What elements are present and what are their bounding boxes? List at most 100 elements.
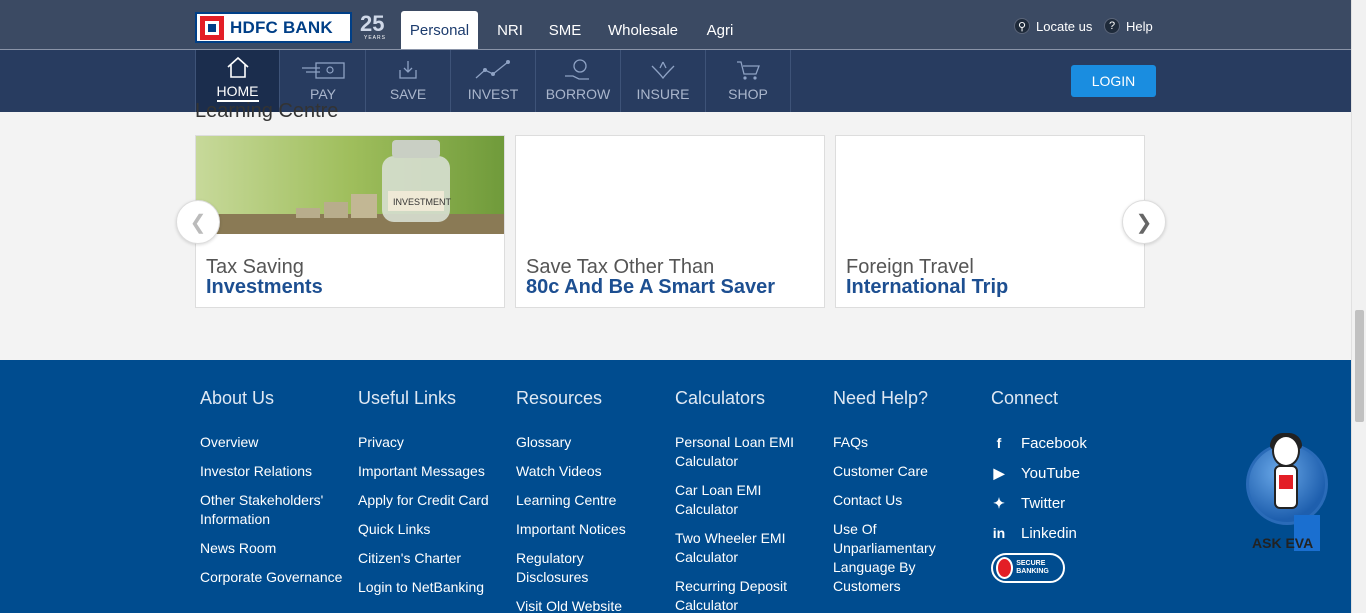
- nav-insure[interactable]: INSURE: [621, 50, 706, 112]
- locate-us-link[interactable]: ⚲ Locate us: [1014, 18, 1092, 34]
- learning-centre-title: Learning Centre: [195, 100, 339, 122]
- help-link[interactable]: ? Help: [1104, 18, 1153, 34]
- footer-link[interactable]: Investor Relations: [200, 462, 350, 481]
- footer-col-calculators: Calculators Personal Loan EMI Calculator…: [675, 388, 815, 613]
- footer-link[interactable]: News Room: [200, 539, 350, 558]
- eva-face: [1272, 435, 1300, 467]
- carousel-prev-button[interactable]: ❮: [176, 200, 220, 244]
- footer-link[interactable]: Quick Links: [358, 520, 508, 539]
- ask-eva-label: ASK EVA: [1252, 535, 1314, 551]
- footer-link[interactable]: Apply for Credit Card: [358, 491, 508, 510]
- learning-card-foreign-travel[interactable]: Foreign Travel International Trip: [835, 135, 1145, 308]
- footer-heading: Calculators: [675, 388, 766, 408]
- linkedin-icon: in: [992, 525, 1006, 541]
- footer-link[interactable]: Use Of Unparliamentary Language By Custo…: [833, 520, 953, 596]
- card-line2: International Trip: [846, 276, 1009, 298]
- hdfc-logo-mark-icon: [200, 15, 224, 40]
- secure-banking-label: SECURE BANKING: [1016, 560, 1049, 575]
- learning-card-save-tax[interactable]: Save Tax Other Than 80c And Be A Smart S…: [515, 135, 825, 308]
- footer-link[interactable]: Privacy: [358, 433, 508, 452]
- hdfc-logo[interactable]: HDFC BANK: [195, 12, 352, 43]
- nav-borrow-label: BORROW: [545, 86, 611, 102]
- footer-link[interactable]: Important Messages: [358, 462, 508, 481]
- locate-us-label: Locate us: [1036, 18, 1093, 34]
- anniversary-logo: 25 YEARS: [360, 11, 392, 43]
- footer-col-resources: Resources Glossary Watch Videos Learning…: [516, 388, 666, 613]
- insure-icon: [651, 61, 675, 80]
- page-scrollbar[interactable]: [1351, 0, 1366, 613]
- learning-card-tax-saving[interactable]: INVESTMENT Tax Saving Investments: [195, 135, 505, 308]
- footer-link[interactable]: Citizen's Charter: [358, 549, 508, 568]
- footer-link[interactable]: Watch Videos: [516, 462, 666, 481]
- facebook-icon: f: [996, 435, 1002, 451]
- help-label: Help: [1126, 18, 1153, 34]
- footer-col-help: Need Help? FAQs Customer Care Contact Us…: [833, 388, 963, 606]
- footer-link[interactable]: Visit Old Website: [516, 597, 666, 613]
- footer-link[interactable]: Important Notices: [516, 520, 666, 539]
- nav-save-label: SAVE: [389, 86, 427, 102]
- chevron-left-icon: ❮: [189, 211, 207, 234]
- footer-link[interactable]: Regulatory Disclosures: [516, 549, 626, 587]
- save-icon: [399, 61, 417, 79]
- footer-link[interactable]: Recurring Deposit Calculator: [675, 577, 805, 613]
- footer-link[interactable]: Car Loan EMI Calculator: [675, 481, 785, 519]
- tab-wholesale[interactable]: Wholesale: [603, 11, 683, 49]
- social-youtube[interactable]: ▶ YouTube: [991, 463, 1141, 483]
- footer-link[interactable]: Learning Centre: [516, 491, 666, 510]
- carousel-next-button[interactable]: ❯: [1122, 200, 1166, 244]
- scrollbar-thumb[interactable]: [1355, 310, 1364, 422]
- brand-name: HDFC BANK: [230, 17, 333, 37]
- twitter-icon: ✦: [993, 494, 1005, 511]
- tab-sme[interactable]: SME: [545, 11, 585, 49]
- footer-link[interactable]: Two Wheeler EMI Calculator: [675, 529, 800, 567]
- social-label: YouTube: [1021, 464, 1080, 482]
- ask-eva-chatbot[interactable]: ASK EVA: [1242, 433, 1332, 555]
- investment-jar-image: INVESTMENT: [196, 136, 504, 234]
- social-label: Linkedin: [1021, 524, 1077, 542]
- footer-link[interactable]: Customer Care: [833, 462, 963, 481]
- svg-text:INVESTMENT: INVESTMENT: [393, 197, 452, 207]
- nav-shop[interactable]: SHOP: [706, 50, 791, 112]
- footer-heading: Connect: [991, 388, 1059, 408]
- nav-invest-label: INVEST: [467, 86, 519, 102]
- footer-link[interactable]: Overview: [200, 433, 350, 452]
- footer-heading: About Us: [200, 388, 275, 408]
- login-button[interactable]: LOGIN: [1071, 65, 1156, 97]
- anniversary-number: 25: [360, 11, 385, 36]
- borrow-icon: [565, 59, 589, 80]
- nav-invest[interactable]: INVEST: [451, 50, 536, 112]
- social-twitter[interactable]: ✦ Twitter: [991, 493, 1141, 513]
- shop-icon: [737, 61, 760, 80]
- footer-link[interactable]: Glossary: [516, 433, 666, 452]
- footer: About Us Overview Investor Relations Oth…: [0, 360, 1351, 613]
- location-pin-icon: ⚲: [1014, 18, 1030, 34]
- footer-col-connect: Connect f Facebook ▶ YouTube ✦ Twitter i…: [991, 388, 1141, 583]
- footer-heading: Useful Links: [358, 388, 457, 408]
- card-line2: Investments: [206, 276, 323, 298]
- pay-icon: [302, 62, 345, 79]
- home-icon: [226, 56, 249, 78]
- secure-banking-badge[interactable]: SECURE BANKING: [991, 553, 1065, 583]
- tab-agri[interactable]: Agri: [700, 11, 740, 49]
- hdfc-logo-mark-icon: [1279, 475, 1293, 489]
- question-icon: ?: [1104, 18, 1120, 34]
- footer-link[interactable]: Other Stakeholders' Information: [200, 491, 350, 529]
- footer-link[interactable]: Contact Us: [833, 491, 963, 510]
- tab-nri[interactable]: NRI: [490, 11, 530, 49]
- social-facebook[interactable]: f Facebook: [991, 433, 1141, 453]
- footer-link[interactable]: Login to NetBanking: [358, 578, 508, 597]
- tab-personal[interactable]: Personal: [401, 11, 478, 49]
- card-image-placeholder: [516, 136, 824, 234]
- footer-link[interactable]: Personal Loan EMI Calculator: [675, 433, 815, 471]
- nav-borrow[interactable]: BORROW: [536, 50, 621, 112]
- card-image-placeholder: [836, 136, 1144, 234]
- footer-link[interactable]: Corporate Governance: [200, 568, 350, 587]
- footer-link[interactable]: FAQs: [833, 433, 963, 452]
- footer-heading: Resources: [516, 388, 603, 408]
- footer-col-useful: Useful Links Privacy Important Messages …: [358, 388, 508, 607]
- nav-save[interactable]: SAVE: [366, 50, 451, 112]
- social-linkedin[interactable]: in Linkedin: [991, 523, 1141, 543]
- anniversary-sub: YEARS: [364, 35, 386, 41]
- nav-insure-label: INSURE: [636, 86, 690, 102]
- social-label: Twitter: [1021, 494, 1066, 512]
